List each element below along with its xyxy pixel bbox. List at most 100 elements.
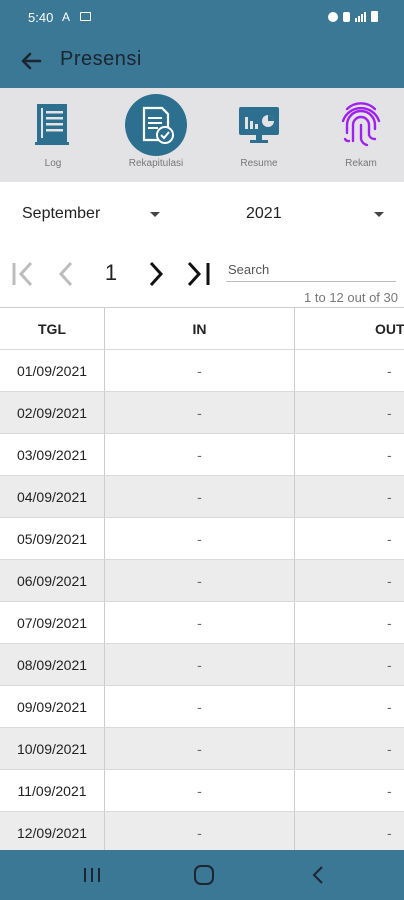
table-row[interactable]: 04/09/2021- - <box>0 476 404 518</box>
cell-out: - <box>387 824 392 841</box>
menu-item-resume[interactable]: Resume <box>214 88 304 182</box>
status-bar: 5:40 A <box>0 0 404 36</box>
cell-in: - <box>105 518 295 559</box>
wifi-signal-icon <box>355 11 366 22</box>
app-bar: Presensi <box>0 36 404 88</box>
table-row[interactable]: 07/09/2021- - <box>0 602 404 644</box>
table-row[interactable]: 11/09/2021- - <box>0 770 404 812</box>
cell-in: - <box>105 686 295 727</box>
cell-in: - <box>105 644 295 685</box>
table-row[interactable]: 05/09/2021- - <box>0 518 404 560</box>
column-header-tgl[interactable]: TGL <box>0 308 105 349</box>
feature-menu: Log Rekapitulasi Resume Rekam <box>0 88 404 182</box>
cell-in: - <box>105 812 295 850</box>
mute-icon <box>343 11 350 22</box>
page-range-text: 1 to 12 out of 30 <box>304 290 398 305</box>
status-font-indicator: A <box>62 10 71 24</box>
cell-tgl: 11/09/2021 <box>0 770 105 811</box>
menu-item-rekapitulasi[interactable]: Rekapitulasi <box>111 88 201 182</box>
gallery-notification-icon <box>80 12 91 21</box>
cell-out: - <box>387 740 392 757</box>
cell-out: - <box>387 530 392 547</box>
chevron-right-icon <box>149 261 164 287</box>
cell-tgl: 12/09/2021 <box>0 812 105 850</box>
first-page-button[interactable] <box>8 258 40 290</box>
last-page-icon <box>187 261 210 287</box>
cell-in: - <box>105 560 295 601</box>
current-page: 1 <box>104 260 118 285</box>
cell-out: - <box>387 362 392 379</box>
cell-out: - <box>387 698 392 715</box>
cell-tgl: 03/09/2021 <box>0 434 105 475</box>
year-dropdown[interactable]: 2021 <box>246 192 388 236</box>
table-header-row: TGL IN OUT <box>0 308 404 350</box>
cell-tgl: 04/09/2021 <box>0 476 105 517</box>
cell-tgl: 07/09/2021 <box>0 602 105 643</box>
cell-tgl: 06/09/2021 <box>0 560 105 601</box>
chevron-down-icon <box>150 212 160 217</box>
table-row[interactable]: 08/09/2021- - <box>0 644 404 686</box>
cell-in: - <box>105 602 295 643</box>
recent-apps-icon <box>84 868 100 882</box>
table-row[interactable]: 02/09/2021- - <box>0 392 404 434</box>
column-header-in[interactable]: IN <box>105 308 295 349</box>
last-page-button[interactable] <box>182 258 214 290</box>
cell-out: - <box>387 656 392 673</box>
cell-tgl: 08/09/2021 <box>0 644 105 685</box>
back-arrow-icon[interactable] <box>16 46 46 76</box>
log-icon <box>25 96 81 152</box>
status-icons <box>328 11 378 22</box>
cell-tgl: 09/09/2021 <box>0 686 105 727</box>
chevron-down-icon <box>374 212 384 217</box>
cell-out: - <box>387 446 392 463</box>
alarm-icon <box>328 11 338 22</box>
next-page-button[interactable] <box>140 258 172 290</box>
filter-row: September 2021 <box>0 192 404 236</box>
pagination: 1 1 to 12 out of 30 <box>0 252 404 305</box>
table-row[interactable]: 12/09/2021- - <box>0 812 404 850</box>
menu-item-rekam[interactable]: Rekam <box>316 88 404 182</box>
nav-back-button[interactable] <box>304 862 332 888</box>
cell-out: - <box>387 572 392 589</box>
menu-item-log[interactable]: Log <box>8 88 98 182</box>
cell-in: - <box>105 476 295 517</box>
table-row[interactable]: 01/09/2021- - <box>0 350 404 392</box>
cell-tgl: 05/09/2021 <box>0 518 105 559</box>
cell-in: - <box>105 434 295 475</box>
cell-out: - <box>387 488 392 505</box>
fingerprint-icon <box>333 96 389 152</box>
status-time: 5:40 <box>28 10 54 25</box>
table-body: 01/09/2021- -02/09/2021- -03/09/2021- -04/0… <box>0 350 404 850</box>
previous-page-button[interactable] <box>50 258 82 290</box>
resume-icon <box>231 96 287 152</box>
system-navigation-bar <box>0 850 404 900</box>
page-title: Presensi <box>60 48 142 70</box>
battery-icon <box>371 11 378 22</box>
search-input[interactable] <box>226 258 396 282</box>
table-row[interactable]: 06/09/2021- - <box>0 560 404 602</box>
home-icon <box>194 865 214 885</box>
rekap-icon <box>125 94 187 156</box>
home-button[interactable] <box>190 862 218 888</box>
recent-apps-button[interactable] <box>78 862 106 888</box>
menu-label-rekapitulasi: Rekapitulasi <box>128 158 184 169</box>
chevron-left-icon <box>58 261 73 287</box>
year-value: 2021 <box>246 205 282 222</box>
month-dropdown[interactable]: September <box>22 192 164 236</box>
menu-label-resume: Resume <box>240 158 278 169</box>
cell-tgl: 10/09/2021 <box>0 728 105 769</box>
cell-out: - <box>387 404 392 421</box>
table-row[interactable]: 10/09/2021- - <box>0 728 404 770</box>
first-page-icon <box>12 261 33 287</box>
table-row[interactable]: 03/09/2021- - <box>0 434 404 476</box>
cell-in: - <box>105 770 295 811</box>
cell-out: - <box>387 782 392 799</box>
month-value: September <box>22 205 101 222</box>
cell-in: - <box>105 350 295 391</box>
cell-out: - <box>387 614 392 631</box>
cell-tgl: 01/09/2021 <box>0 350 105 391</box>
column-header-out[interactable]: OUT <box>295 308 404 349</box>
cell-in: - <box>105 728 295 769</box>
cell-tgl: 02/09/2021 <box>0 392 105 433</box>
table-row[interactable]: 09/09/2021- - <box>0 686 404 728</box>
